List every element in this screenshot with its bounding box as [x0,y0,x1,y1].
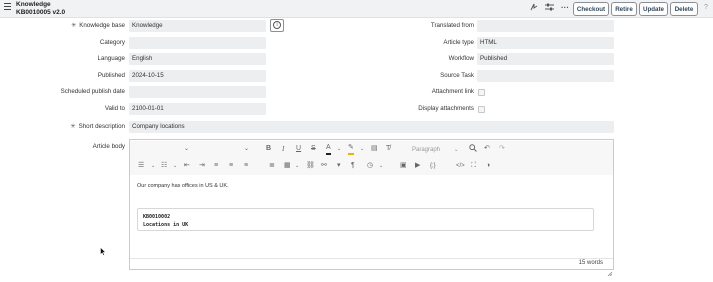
display-attachments-label: Display attachments [418,105,474,112]
category-field[interactable] [129,37,266,49]
workflow-label: Workflow [448,55,474,62]
code-line: Locations in UK [143,222,189,228]
more-icon[interactable]: ··· [561,3,569,13]
form-header: Knowledge KB0010005 v2.0 ··· Checkout Re… [0,0,713,18]
retire-button[interactable]: Retire [611,2,637,16]
mouse-pointer-icon [100,243,107,261]
short-description-field[interactable]: Company locations [129,121,614,133]
underline-icon[interactable]: U [296,144,301,154]
code-block[interactable]: KB0010002 Locations in UK [137,208,594,231]
code-line: KB0010002 [143,214,171,220]
resize-handle-icon[interactable] [607,263,613,277]
video-icon[interactable]: ▶ [415,161,420,171]
source-task-field[interactable] [477,70,614,82]
body-paragraph: Our company has offices in US & UK. [137,183,229,189]
image-icon[interactable]: ▣ [400,161,407,171]
numbered-list-icon[interactable]: ☷ [161,161,167,171]
editor-content[interactable]: Our company has offices in US & UK. KB00… [130,176,613,259]
align-right-icon[interactable]: ≡ [244,161,248,171]
editor-toolbar-row-2: ☰ ⌄ ☷ ⌄ ⇤ ⇥ ≡ ≡ ≡ ≣ ▦ ⌄ ⛓ ⚯ ▾ ¶ ◷ ⌄ ▣ ▶ … [130,158,613,175]
attachment-link-checkbox[interactable] [478,89,485,96]
block-format-dropdown[interactable]: Paragraph ⌄ [412,146,459,153]
align-center-icon[interactable]: ≡ [229,161,233,171]
valid-to-field[interactable]: 2100-01-01 [129,103,266,115]
help-icon[interactable]: ? [704,3,708,13]
knowledge-base-field[interactable]: Knowledge [129,20,266,32]
language-field[interactable]: English [129,53,266,65]
clear-formatting-icon[interactable]: T̸ [386,144,390,154]
insert-time-dropdown[interactable]: ⌄ [379,161,383,171]
display-attachments-checkbox[interactable] [478,106,485,113]
link-icon[interactable]: ⛓ [306,161,315,171]
code-sample-icon[interactable]: {;} [430,161,436,171]
font-size-dropdown[interactable]: ⌄ [244,144,249,154]
update-button[interactable]: Update [639,2,668,16]
published-label: Published [97,72,125,79]
workflow-field[interactable]: Published [477,53,614,65]
knowledge-base-info-button[interactable]: i [270,18,284,32]
scheduled-publish-date-label: Scheduled publish date [60,88,125,95]
accessibility-check-icon[interactable]: ◑ [486,161,490,171]
bullet-list-dropdown[interactable]: ⌄ [151,161,155,171]
required-icon: ✳ [70,124,76,130]
knowledge-base-label: ✳ Knowledge base [71,22,125,29]
editor-statusbar: 15 words [130,258,613,277]
translated-from-label: Translated from [430,22,474,29]
bold-icon[interactable]: B [266,144,271,154]
text-color-dropdown[interactable]: ⌄ [337,144,341,154]
undo-icon[interactable]: ↶ [484,144,490,154]
fullscreen-icon[interactable]: ⛶ [471,161,476,171]
block-format-value: Paragraph [412,147,441,153]
chevron-down-icon: ⌄ [453,147,459,153]
rich-text-editor[interactable]: ⌄ ⌄ B I U S A ⌄ ✎ ⌄ ▤ T̸ Paragraph ⌄ ↶ ↷… [129,139,614,277]
word-count: 15 words [578,260,603,266]
record-number: KB0010005 v2.0 [16,8,66,16]
checkout-button[interactable]: Checkout [573,2,609,16]
text-color-icon[interactable]: A [326,143,331,155]
valid-to-label: Valid to [104,105,125,112]
paste-text-icon[interactable]: ▤ [371,144,378,154]
delete-button[interactable]: Delete [670,2,698,16]
editor-toolbar-row-1: ⌄ ⌄ B I U S A ⌄ ✎ ⌄ ▤ T̸ Paragraph ⌄ ↶ ↷ [130,141,613,158]
article-type-label: Article type [443,39,474,46]
article-body-label: Article body [92,143,125,150]
italic-icon[interactable]: I [282,144,284,154]
hamburger-icon[interactable] [4,3,12,13]
justify-icon[interactable]: ≣ [269,161,275,171]
table-icon[interactable]: ▦ [284,161,291,171]
activity-icon[interactable] [530,3,538,15]
strikethrough-icon[interactable]: S [311,144,316,154]
align-left-icon[interactable]: ≡ [214,161,218,171]
indent-icon[interactable]: ⇥ [199,161,205,171]
source-task-label: Source Task [440,72,474,79]
outdent-icon[interactable]: ⇤ [184,161,190,171]
highlight-dropdown[interactable]: ⌄ [360,144,364,154]
required-icon: ✳ [71,23,77,29]
font-family-dropdown[interactable]: ⌄ [184,144,189,154]
settings-sliders-icon[interactable] [545,3,554,15]
info-icon: i [273,21,281,29]
search-icon[interactable] [469,144,477,156]
article-type-field[interactable]: HTML [477,37,614,49]
attachment-link-label: Attachment link [431,88,474,95]
source-code-icon[interactable]: </> [456,161,465,171]
short-description-label: ✳ Short description [70,123,125,130]
published-field[interactable]: 2024-10-15 [129,70,266,82]
redo-icon[interactable]: ↷ [499,144,505,154]
bullet-list-icon[interactable]: ☰ [138,161,144,171]
scheduled-publish-date-field[interactable] [129,86,266,98]
category-label: Category [99,39,125,46]
translated-from-field[interactable] [477,20,614,32]
unlink-icon[interactable]: ⚯ [321,161,327,171]
highlight-icon[interactable]: ✎ [348,143,354,155]
bookmark-icon[interactable]: ▾ [337,161,341,171]
nonbreaking-space-icon[interactable]: ¶ [351,161,355,171]
insert-time-icon[interactable]: ◷ [367,161,373,171]
language-label: Language [97,55,125,62]
table-dropdown[interactable]: ⌄ [295,161,299,171]
numbered-list-dropdown[interactable]: ⌄ [173,161,177,171]
page-title: Knowledge [16,1,51,8]
